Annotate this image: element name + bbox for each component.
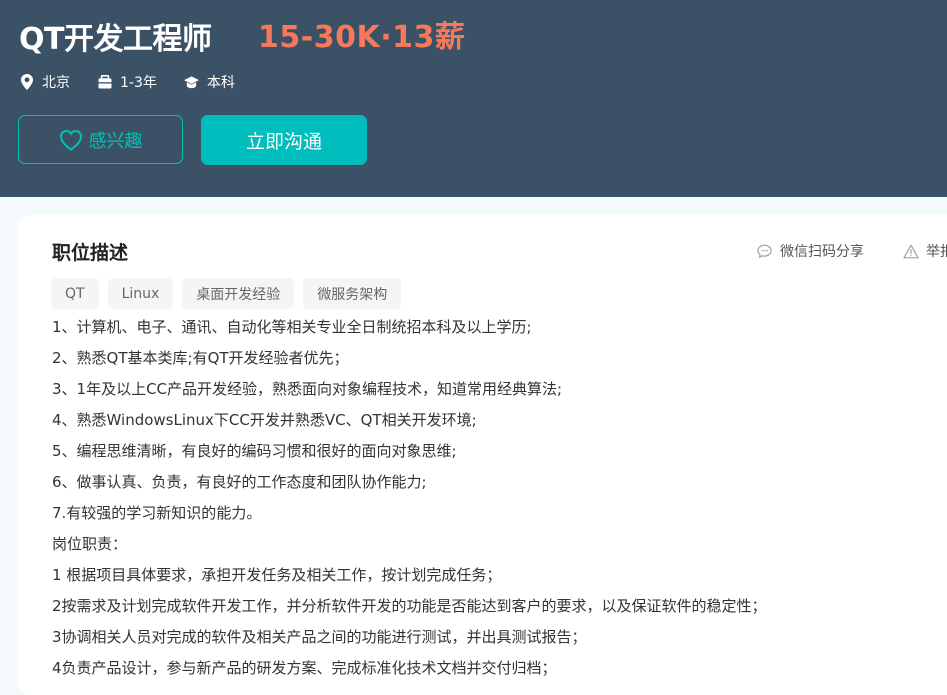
job-title: QT开发工程师 (19, 22, 212, 57)
report-link[interactable]: 举报 (903, 241, 947, 261)
skill-tag: 桌面开发经验 (182, 278, 295, 309)
job-header: QT开发工程师 15-30K·13薪 北京 1-3年 本科 感兴趣 立即沟通 (0, 0, 947, 197)
description-line: 岗位职责： (52, 535, 128, 553)
description-line: 3协调相关人员对完成的软件及相关产品之间的功能进行测试，并出具测试报告； (52, 628, 587, 646)
chat-now-button[interactable]: 立即沟通 (201, 115, 367, 165)
chat-bubble-icon (757, 244, 772, 259)
skill-tag: Linux (107, 278, 174, 309)
meta-education: 本科 (183, 72, 235, 92)
wechat-share-link[interactable]: 微信扫码分享 (757, 241, 864, 261)
job-description: 1、计算机、电子、通讯、自动化等相关专业全日制统招本科及以上学历; 2、熟悉QT… (52, 312, 932, 684)
interest-button[interactable]: 感兴趣 (18, 115, 183, 164)
description-line: 2按需求及计划完成软件开发工作，并分析软件开发的功能是否能达到客户的要求，以及保… (52, 597, 767, 615)
wechat-share-text: 微信扫码分享 (780, 244, 864, 260)
description-line: 1、计算机、电子、通讯、自动化等相关专业全日制统招本科及以上学历; (52, 318, 532, 336)
chat-now-button-label: 立即沟通 (245, 130, 322, 153)
description-line: 1 根据项目具体要求，承担开发任务及相关工作，按计划完成任务； (52, 566, 502, 584)
interest-button-label: 感兴趣 (88, 130, 143, 152)
report-text: 举报 (926, 244, 947, 260)
meta-education-text: 本科 (206, 75, 235, 91)
meta-location-text: 北京 (42, 75, 70, 91)
description-line: 4负责产品设计，参与新产品的研发方案、完成标准化技术文档并交付归档； (52, 659, 557, 677)
meta-experience-text: 1-3年 (120, 75, 157, 91)
skill-tag: 微服务架构 (303, 278, 402, 309)
graduation-cap-icon (183, 74, 199, 90)
skill-tag: QT (51, 278, 99, 309)
description-line: 7.有较强的学习新知识的能力。 (52, 504, 262, 522)
description-line: 2、熟悉QT基本类库;有QT开发经验者优先； (52, 349, 349, 367)
warning-icon (903, 244, 919, 259)
description-line: 3、1年及以上CC产品开发经验，熟悉面向对象编程技术，知道常用经典算法; (52, 380, 563, 398)
section-title: 职位描述 (52, 242, 129, 264)
salary: 15-30K·13薪 (258, 20, 466, 55)
description-line: 6、做事认真、负责，有良好的工作态度和团队协作能力; (52, 473, 427, 491)
heart-icon (59, 129, 83, 151)
job-meta: 北京 1-3年 本科 (19, 72, 262, 92)
description-line: 4、熟悉WindowsLinux下CC开发并熟悉VC、QT相关开发环境; (52, 411, 477, 429)
meta-location: 北京 (19, 72, 70, 92)
description-line: 5、编程思维清晰，有良好的编码习惯和很好的面向对象思维; (52, 442, 457, 460)
meta-experience: 1-3年 (97, 72, 157, 92)
location-pin-icon (19, 74, 34, 90)
job-detail-card: 职位描述 微信扫码分享 举报 QT Linux 桌面开发经验 微服务架构 1、计… (18, 215, 947, 695)
skill-tags: QT Linux 桌面开发经验 微服务架构 (51, 278, 410, 309)
briefcase-icon (97, 74, 112, 90)
